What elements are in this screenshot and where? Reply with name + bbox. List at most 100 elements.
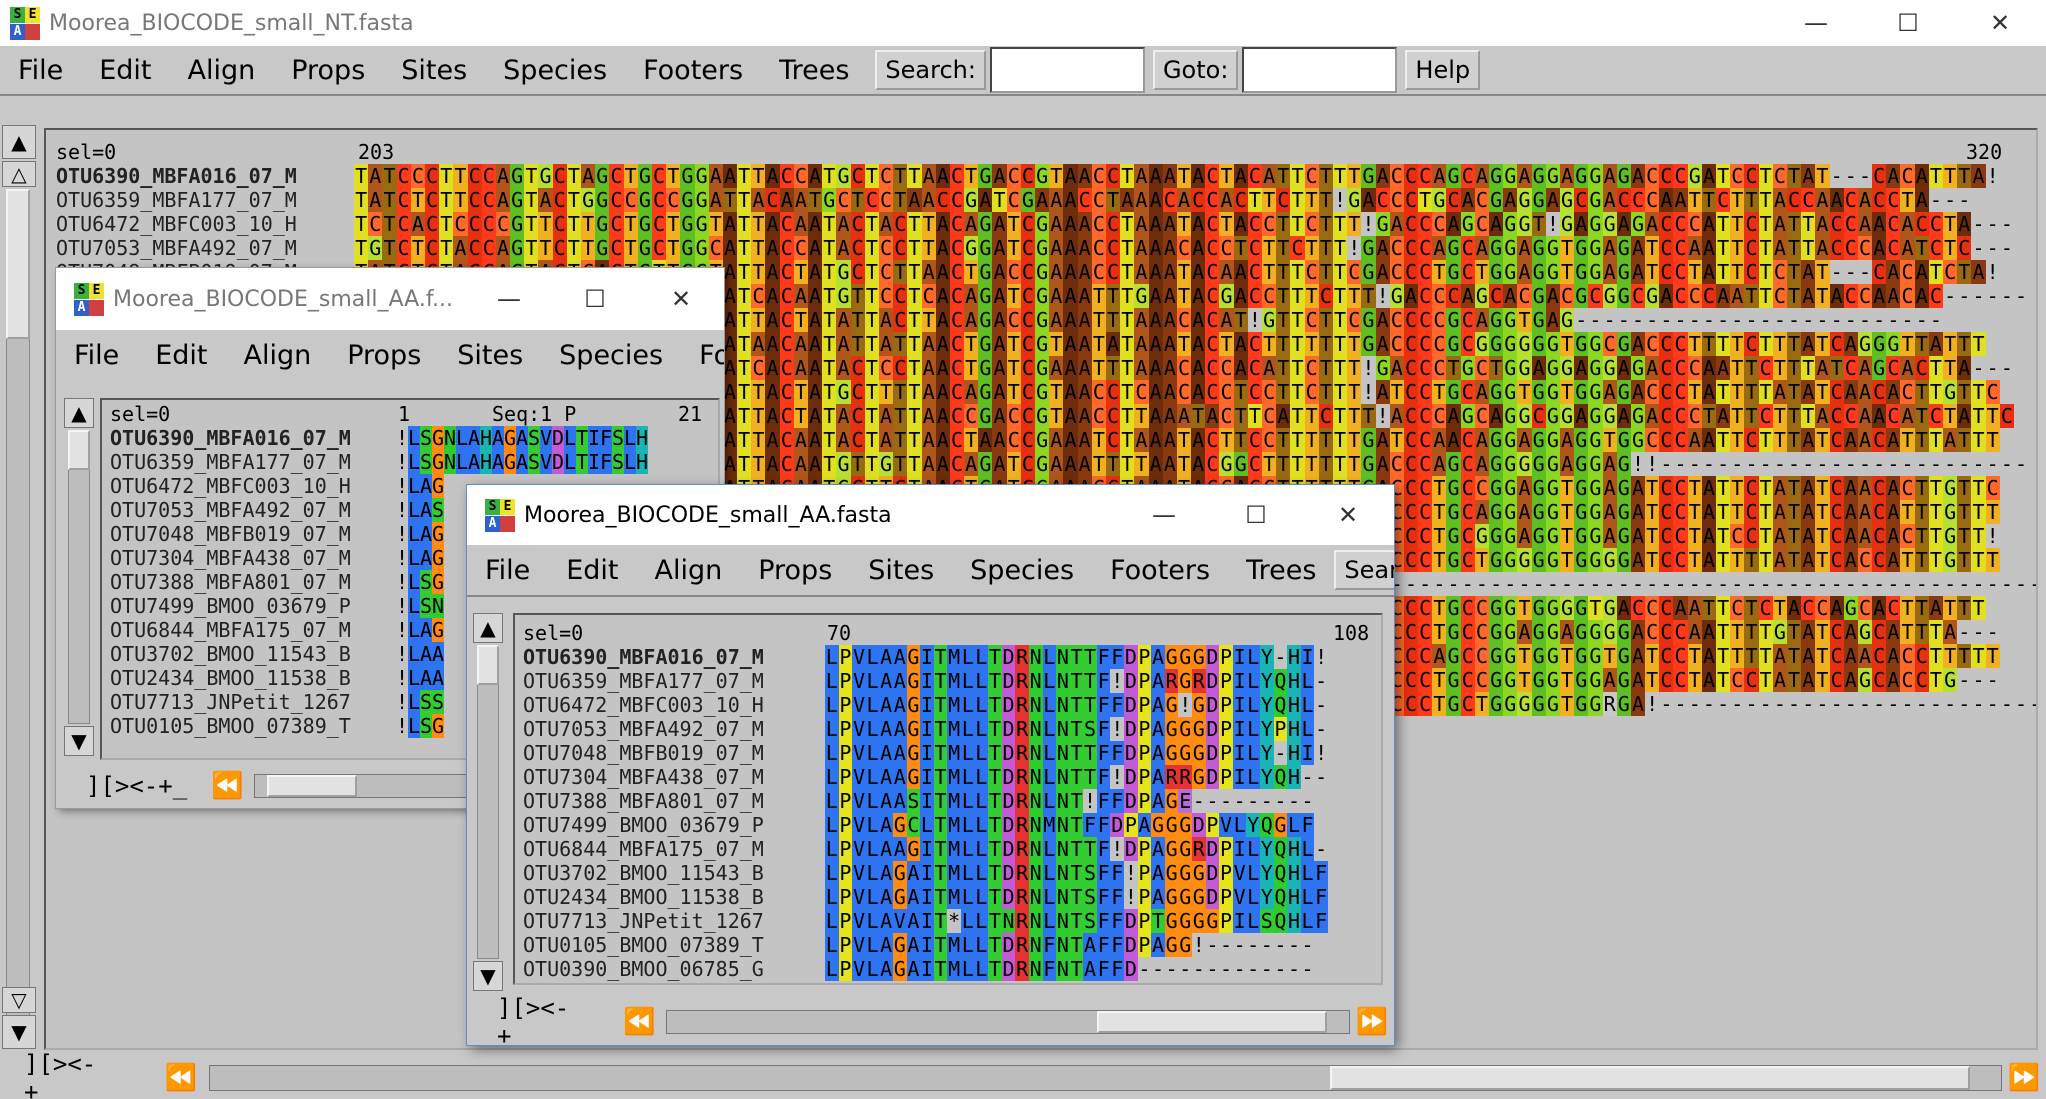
- sequence-name[interactable]: OTU6359_MBFA177_07_M: [515, 669, 825, 693]
- aa-small-vscroll-thumb[interactable]: [68, 430, 90, 470]
- sequence-row[interactable]: OTU6390_MBFA016_07_M! L S G N L A H A G A S V D L T I F S L…: [102, 426, 648, 450]
- sequence-row[interactable]: OTU6390_MBFA016_07_M L P V L A A G I T M L L T D R N L N T T…: [515, 645, 1328, 669]
- sequence-name[interactable]: OTU7053_MBFA492_07_M: [515, 717, 825, 741]
- sequence-row[interactable]: OTU7713_JNPetit_1267 L P V L A V A I T * L L T N R N L N T S…: [515, 909, 1328, 933]
- menu-props[interactable]: Props: [740, 555, 850, 586]
- sequence-row[interactable]: OTU7499_BMOO_03679_P L P V L A G C L T M L L T D R N M N T F…: [515, 813, 1315, 837]
- sequence-row[interactable]: OTU7053_MBFA492_07_M! L A S: [102, 498, 444, 522]
- sequence-name[interactable]: OTU7713_JNPetit_1267: [102, 690, 396, 714]
- menu-props[interactable]: Props: [273, 55, 383, 86]
- sequence-name[interactable]: OTU7499_BMOO_03679_P: [515, 813, 825, 837]
- scroll-right-end-icon[interactable]: ⏩: [2002, 1063, 2046, 1093]
- sequence-name[interactable]: OTU6472_MBFC003_10_H: [102, 474, 396, 498]
- scroll-left-end-icon[interactable]: ⏪: [617, 1007, 661, 1037]
- menu-species[interactable]: Species: [485, 55, 625, 86]
- menu-align[interactable]: Align: [169, 55, 273, 86]
- nt-title-bar[interactable]: SEA Moorea_BIOCODE_small_NT.fasta — ☐ ✕: [0, 0, 2046, 46]
- scroll-top-icon[interactable]: ▲: [473, 613, 503, 643]
- help-button[interactable]: Help: [1405, 50, 1481, 90]
- menu-species[interactable]: Species: [541, 340, 681, 371]
- sequence-row[interactable]: OTU6359_MBFA177_07_M! L S G N L A H A G A S V D L T I F S L…: [102, 450, 648, 474]
- scroll-left-end-icon[interactable]: ⏪: [159, 1063, 203, 1093]
- sequence-name[interactable]: OTU6390_MBFA016_07_M: [46, 164, 354, 188]
- minimize-icon[interactable]: —: [466, 268, 552, 330]
- sequence-name[interactable]: OTU0105_BMOO_07389_T: [102, 714, 396, 738]
- sequence-row[interactable]: OTU7499_BMOO_03679_P! L S N: [102, 594, 444, 618]
- sequence-name[interactable]: OTU6359_MBFA177_07_M: [46, 188, 354, 212]
- sequence-row[interactable]: OTU7053_MBFA492_07_M L P V L A A G I T M L L T D R N L N T S…: [515, 717, 1328, 741]
- nt-hscroll-thumb[interactable]: [1330, 1066, 1971, 1090]
- sequence-name[interactable]: OTU0390_BMOO_06785_G: [515, 957, 825, 981]
- sequence-name[interactable]: OTU3702_BMOO_11543_B: [102, 642, 396, 666]
- sequence-row[interactable]: OTU6390_MBFA016_07_M T A T C C C T T C C A G T G C T A G C T…: [46, 164, 2000, 188]
- aa-small-hscroll-thumb[interactable]: [266, 775, 357, 797]
- aa-alignment-panel[interactable]: sel=0 70 108 OTU6390_MBFA016_07_M L P V L A A G…: [513, 613, 1383, 985]
- sequence-name[interactable]: OTU7713_JNPetit_1267: [515, 909, 825, 933]
- menu-edit[interactable]: Edit: [548, 555, 636, 586]
- sequence-name[interactable]: OTU7388_MBFA801_07_M: [515, 789, 825, 813]
- sequence-name[interactable]: OTU7048_MBFB019_07_M: [515, 741, 825, 765]
- sequence-name[interactable]: OTU6390_MBFA016_07_M: [102, 426, 396, 450]
- sequence-row[interactable]: OTU0390_BMOO_06785_G L P V L A G A I T M L L T D R N F N T A…: [515, 957, 1314, 981]
- sequence-name[interactable]: OTU7388_MBFA801_07_M: [102, 570, 396, 594]
- goto-button[interactable]: Goto:: [1152, 50, 1239, 90]
- sequence-name[interactable]: OTU6359_MBFA177_07_M: [102, 450, 396, 474]
- close-icon[interactable]: ✕: [638, 268, 724, 330]
- menu-species[interactable]: Species: [952, 555, 1092, 586]
- sequence-row[interactable]: OTU6472_MBFC003_10_H! L A G: [102, 474, 444, 498]
- menu-align[interactable]: Align: [636, 555, 740, 586]
- scroll-down-icon[interactable]: ▽: [2, 987, 36, 1013]
- sequence-name[interactable]: OTU7053_MBFA492_07_M: [46, 236, 354, 260]
- sequence-name[interactable]: OTU7304_MBFA438_07_M: [102, 546, 396, 570]
- menu-footers[interactable]: Footers: [1092, 555, 1228, 586]
- sequence-name[interactable]: OTU6390_MBFA016_07_M: [515, 645, 825, 669]
- aa-vscroll-track[interactable]: [477, 645, 499, 959]
- menu-edit[interactable]: Edit: [137, 340, 225, 371]
- sequence-row[interactable]: OTU2434_BMOO_11538_B L P V L A G A I T M L L T D R N L N T S…: [515, 885, 1328, 909]
- sequence-row[interactable]: OTU6472_MBFC003_10_H L P V L A A G I T M L L T D R N L N T T…: [515, 693, 1328, 717]
- sequence-row[interactable]: OTU7048_MBFB019_07_M! L A G: [102, 522, 444, 546]
- sequence-name[interactable]: OTU6472_MBFC003_10_H: [515, 693, 825, 717]
- scroll-top-icon[interactable]: ▲: [2, 125, 36, 159]
- sequence-name[interactable]: OTU3702_BMOO_11543_B: [515, 861, 825, 885]
- menu-file[interactable]: File: [467, 555, 548, 586]
- sequence-name[interactable]: OTU2434_BMOO_11538_B: [515, 885, 825, 909]
- menu-sites[interactable]: Sites: [850, 555, 952, 586]
- sequence-row[interactable]: OTU7053_MBFA492_07_M T G T C T C T A C C A G T T C T T G C T…: [46, 236, 2014, 260]
- sequence-name[interactable]: OTU2434_BMOO_11538_B: [102, 666, 396, 690]
- sequence-row[interactable]: OTU2434_BMOO_11538_B! L A A: [102, 666, 444, 690]
- sequence-name[interactable]: OTU6472_MBFC003_10_H: [46, 212, 354, 236]
- sequence-row[interactable]: OTU7304_MBFA438_07_M L P V L A A G I T M L L T D R N L N T T…: [515, 765, 1328, 789]
- menu-foote[interactable]: Foote: [681, 340, 724, 371]
- goto-input[interactable]: [1242, 47, 1398, 93]
- sequence-name[interactable]: OTU7499_BMOO_03679_P: [102, 594, 396, 618]
- scroll-bottom-icon[interactable]: ▼: [2, 1015, 36, 1049]
- menu-sites[interactable]: Sites: [383, 55, 485, 86]
- sequence-row[interactable]: OTU6359_MBFA177_07_M T A T C T C T T C C A G T A C T G G C C…: [46, 188, 1971, 212]
- scroll-up-icon[interactable]: △: [2, 161, 36, 187]
- sequence-row[interactable]: OTU7048_MBFB019_07_M L P V L A A G I T M L L T D R N L N T T…: [515, 741, 1328, 765]
- sequence-name[interactable]: OTU6844_MBFA175_07_M: [515, 837, 825, 861]
- sequence-name[interactable]: OTU0105_BMOO_07389_T: [515, 933, 825, 957]
- aa-hscroll-thumb[interactable]: [1096, 1011, 1327, 1033]
- nt-vertical-scrollbar[interactable]: ▲ △ ▽ ▼: [0, 125, 36, 1055]
- nt-vscroll-thumb[interactable]: [6, 189, 30, 339]
- sequence-row[interactable]: OTU3702_BMOO_11543_B L P V L A G A I T M L L T D R N L N T S…: [515, 861, 1328, 885]
- sequence-row[interactable]: OTU7388_MBFA801_07_M! L S G: [102, 570, 444, 594]
- sequence-row[interactable]: OTU6359_MBFA177_07_M L P V L A A G I T M L L T D R N L N T T…: [515, 669, 1328, 693]
- scroll-bottom-icon[interactable]: ▼: [473, 961, 503, 991]
- close-icon[interactable]: ✕: [1954, 0, 2046, 46]
- sequence-name[interactable]: OTU7048_MBFB019_07_M: [102, 522, 396, 546]
- menu-trees[interactable]: Trees: [1228, 555, 1334, 586]
- sequence-row[interactable]: OTU0105_BMOO_07389_T L P V L A G A I T M L L T D R N F N T A…: [515, 933, 1314, 957]
- minimize-icon[interactable]: —: [1770, 0, 1862, 46]
- sequence-name[interactable]: OTU6844_MBFA175_07_M: [102, 618, 396, 642]
- sequence-name[interactable]: OTU7304_MBFA438_07_M: [515, 765, 825, 789]
- maximize-icon[interactable]: ☐: [552, 268, 638, 330]
- aa-small-title-bar[interactable]: SEA Moorea_BIOCODE_small_AA.f... — ☐ ✕: [56, 268, 724, 330]
- menu-align[interactable]: Align: [225, 340, 329, 371]
- aa-small-vscroll-track[interactable]: [68, 430, 90, 724]
- sequence-row[interactable]: OTU3702_BMOO_11543_B! L A A: [102, 642, 444, 666]
- menu-sites[interactable]: Sites: [439, 340, 541, 371]
- search-button[interactable]: Search: [1334, 550, 1394, 590]
